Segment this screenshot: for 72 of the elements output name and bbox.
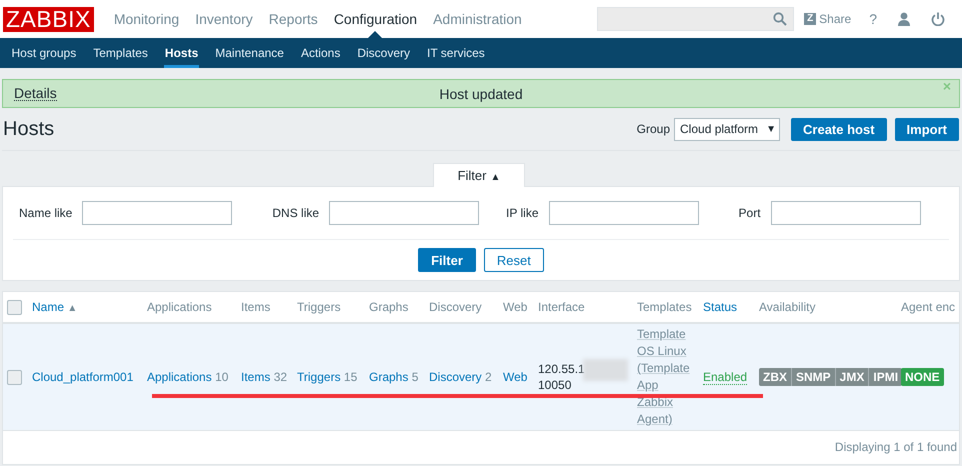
column-header: Availability	[759, 300, 816, 314]
column-header: Discovery	[429, 300, 482, 314]
filter-label: IP like	[506, 206, 539, 220]
submenu-tab[interactable]: Maintenance	[206, 38, 292, 68]
filter-input[interactable]	[548, 201, 699, 225]
message-text: Host updated	[439, 86, 523, 102]
submenu-tab[interactable]: Discovery	[348, 38, 419, 68]
filter-input[interactable]	[329, 201, 480, 225]
web-link[interactable]: Web	[503, 370, 528, 384]
filter-input[interactable]	[82, 201, 232, 225]
host-config-link[interactable]: Graphs	[369, 370, 408, 384]
column-header: Web	[503, 300, 528, 314]
count-text: 32	[274, 370, 288, 384]
details-link[interactable]: Details	[14, 86, 57, 101]
submenu-tab[interactable]: Templates	[84, 38, 156, 68]
column-header: Applications	[147, 300, 212, 314]
user-profile-icon[interactable]	[897, 12, 911, 26]
main-menu-item[interactable]: Inventory	[187, 0, 261, 38]
filter-action-button[interactable]: Reset	[484, 248, 544, 272]
zabbix-logo[interactable]: ZABBIX	[3, 6, 94, 32]
submenu-tab[interactable]: Hosts	[156, 38, 207, 68]
template-link[interactable]: Template OS Linux	[637, 326, 694, 360]
host-config-link[interactable]: Items	[241, 370, 270, 384]
row-checkbox[interactable]	[7, 370, 22, 385]
submenu-tab[interactable]: Host groups	[3, 38, 85, 68]
filter-label: DNS like	[272, 206, 320, 220]
count-text: 10	[215, 370, 228, 384]
host-config-link[interactable]: Applications	[147, 370, 212, 384]
count-text: 15	[344, 370, 358, 384]
select-all-checkbox[interactable]	[7, 300, 22, 315]
search-field[interactable]	[597, 7, 794, 31]
filter-tab[interactable]: Filter ▲	[433, 163, 525, 187]
column-header: Graphs	[369, 300, 408, 314]
main-menu-item[interactable]: Configuration	[326, 0, 426, 38]
status-link[interactable]: Enabled	[703, 370, 748, 385]
filter-input[interactable]	[770, 201, 921, 225]
blurred-area	[583, 359, 628, 381]
filter-action-button[interactable]: Filter	[418, 248, 476, 272]
page-title: Hosts	[3, 118, 54, 140]
availability-badge: JMX	[836, 368, 870, 386]
column-header: Items	[241, 300, 270, 314]
count-text: 2	[485, 370, 492, 384]
pagination-summary: Displaying 1 of 1 found	[834, 440, 957, 454]
column-header: Templates	[637, 300, 692, 314]
submenu-tab[interactable]: IT services	[418, 38, 494, 68]
sortable-column-header[interactable]: Status	[703, 300, 738, 314]
search-icon[interactable]	[773, 12, 788, 26]
sortable-column-header[interactable]: Name ▲	[32, 300, 78, 314]
power-icon[interactable]	[931, 12, 945, 26]
column-header: Agent enc	[901, 300, 956, 314]
host-config-link[interactable]: Triggers	[297, 370, 341, 384]
column-header: Triggers	[297, 300, 341, 314]
availability-badge: ZBX	[759, 368, 792, 386]
filter-label: Name like	[19, 206, 72, 220]
main-menu-item[interactable]: Administration	[425, 0, 530, 38]
host-config-link[interactable]: Discovery	[429, 370, 482, 384]
interface-text: 120.55.1	[538, 361, 585, 377]
filter-label: Port	[738, 206, 761, 220]
availability-badge: SNMP	[792, 368, 836, 386]
group-label: Group	[636, 122, 670, 136]
template-link[interactable]: (Template App Zabbix Agent)	[637, 360, 694, 428]
interface-text: 10050	[538, 377, 572, 393]
count-text: 5	[412, 370, 418, 384]
help-button[interactable]: ?	[869, 11, 877, 27]
host-name-link[interactable]: Cloud_platform001	[32, 370, 134, 384]
column-header: Interface	[538, 300, 585, 314]
availability-badge: IPMI	[869, 368, 902, 386]
encryption-badge: NONE	[901, 368, 944, 386]
main-menu-item[interactable]: Reports	[260, 0, 326, 38]
share-link[interactable]: Z Share	[804, 12, 852, 26]
submenu-tab[interactable]: Actions	[292, 38, 349, 68]
main-menu-item[interactable]: Monitoring	[106, 0, 188, 38]
